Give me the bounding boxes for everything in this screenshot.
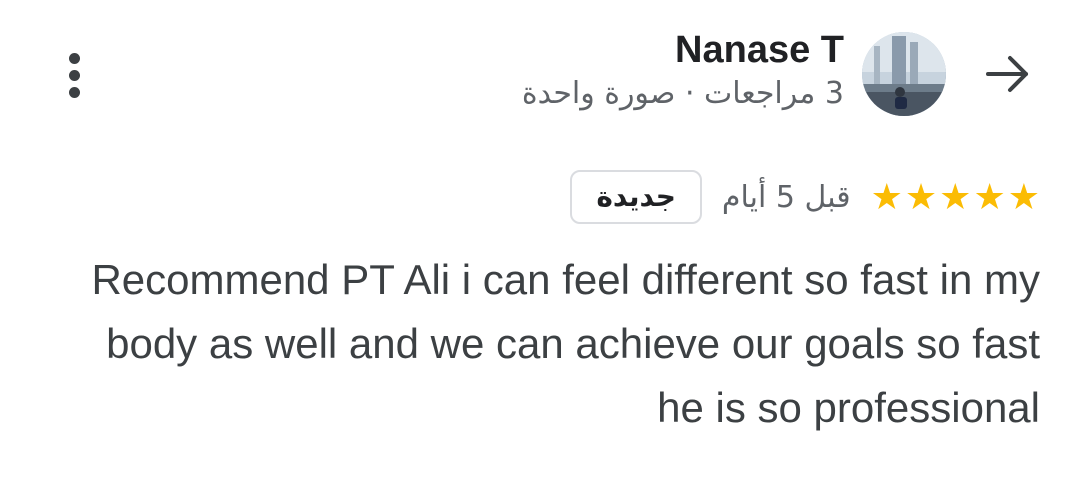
review-text[interactable]: Recommend PT Ali i can feel different so… (80, 248, 1040, 440)
arrow-forward-icon (986, 56, 1028, 92)
star-icon: ★ (1007, 176, 1040, 217)
rating-row: ★ ★ ★ ★ ★ قبل 5 أيام جديدة (570, 168, 1040, 226)
more-vert-icon-dot (68, 52, 80, 64)
new-badge: جديدة (570, 170, 702, 224)
star-rating: ★ ★ ★ ★ ★ (871, 179, 1040, 215)
star-icon: ★ (870, 176, 903, 217)
star-icon: ★ (904, 176, 938, 217)
arrow-forward-button[interactable] (982, 50, 1034, 98)
star-icon: ★ (939, 176, 972, 217)
avatar[interactable] (862, 32, 946, 116)
review-time: قبل 5 أيام (721, 179, 851, 215)
star-icon: ★ (973, 176, 1006, 217)
more-vert-icon-dot (68, 86, 80, 98)
reviewer-name[interactable]: Nanase T (522, 30, 844, 70)
avatar-photo (862, 32, 946, 116)
more-vert-icon-dot (68, 69, 80, 81)
reviewer-meta: 3 مراجعات · صورة واحدة (521, 76, 844, 111)
reviewer-header[interactable]: Nanase T 3 مراجعات · صورة واحدة (522, 30, 844, 114)
more-options-button[interactable] (54, 50, 94, 100)
